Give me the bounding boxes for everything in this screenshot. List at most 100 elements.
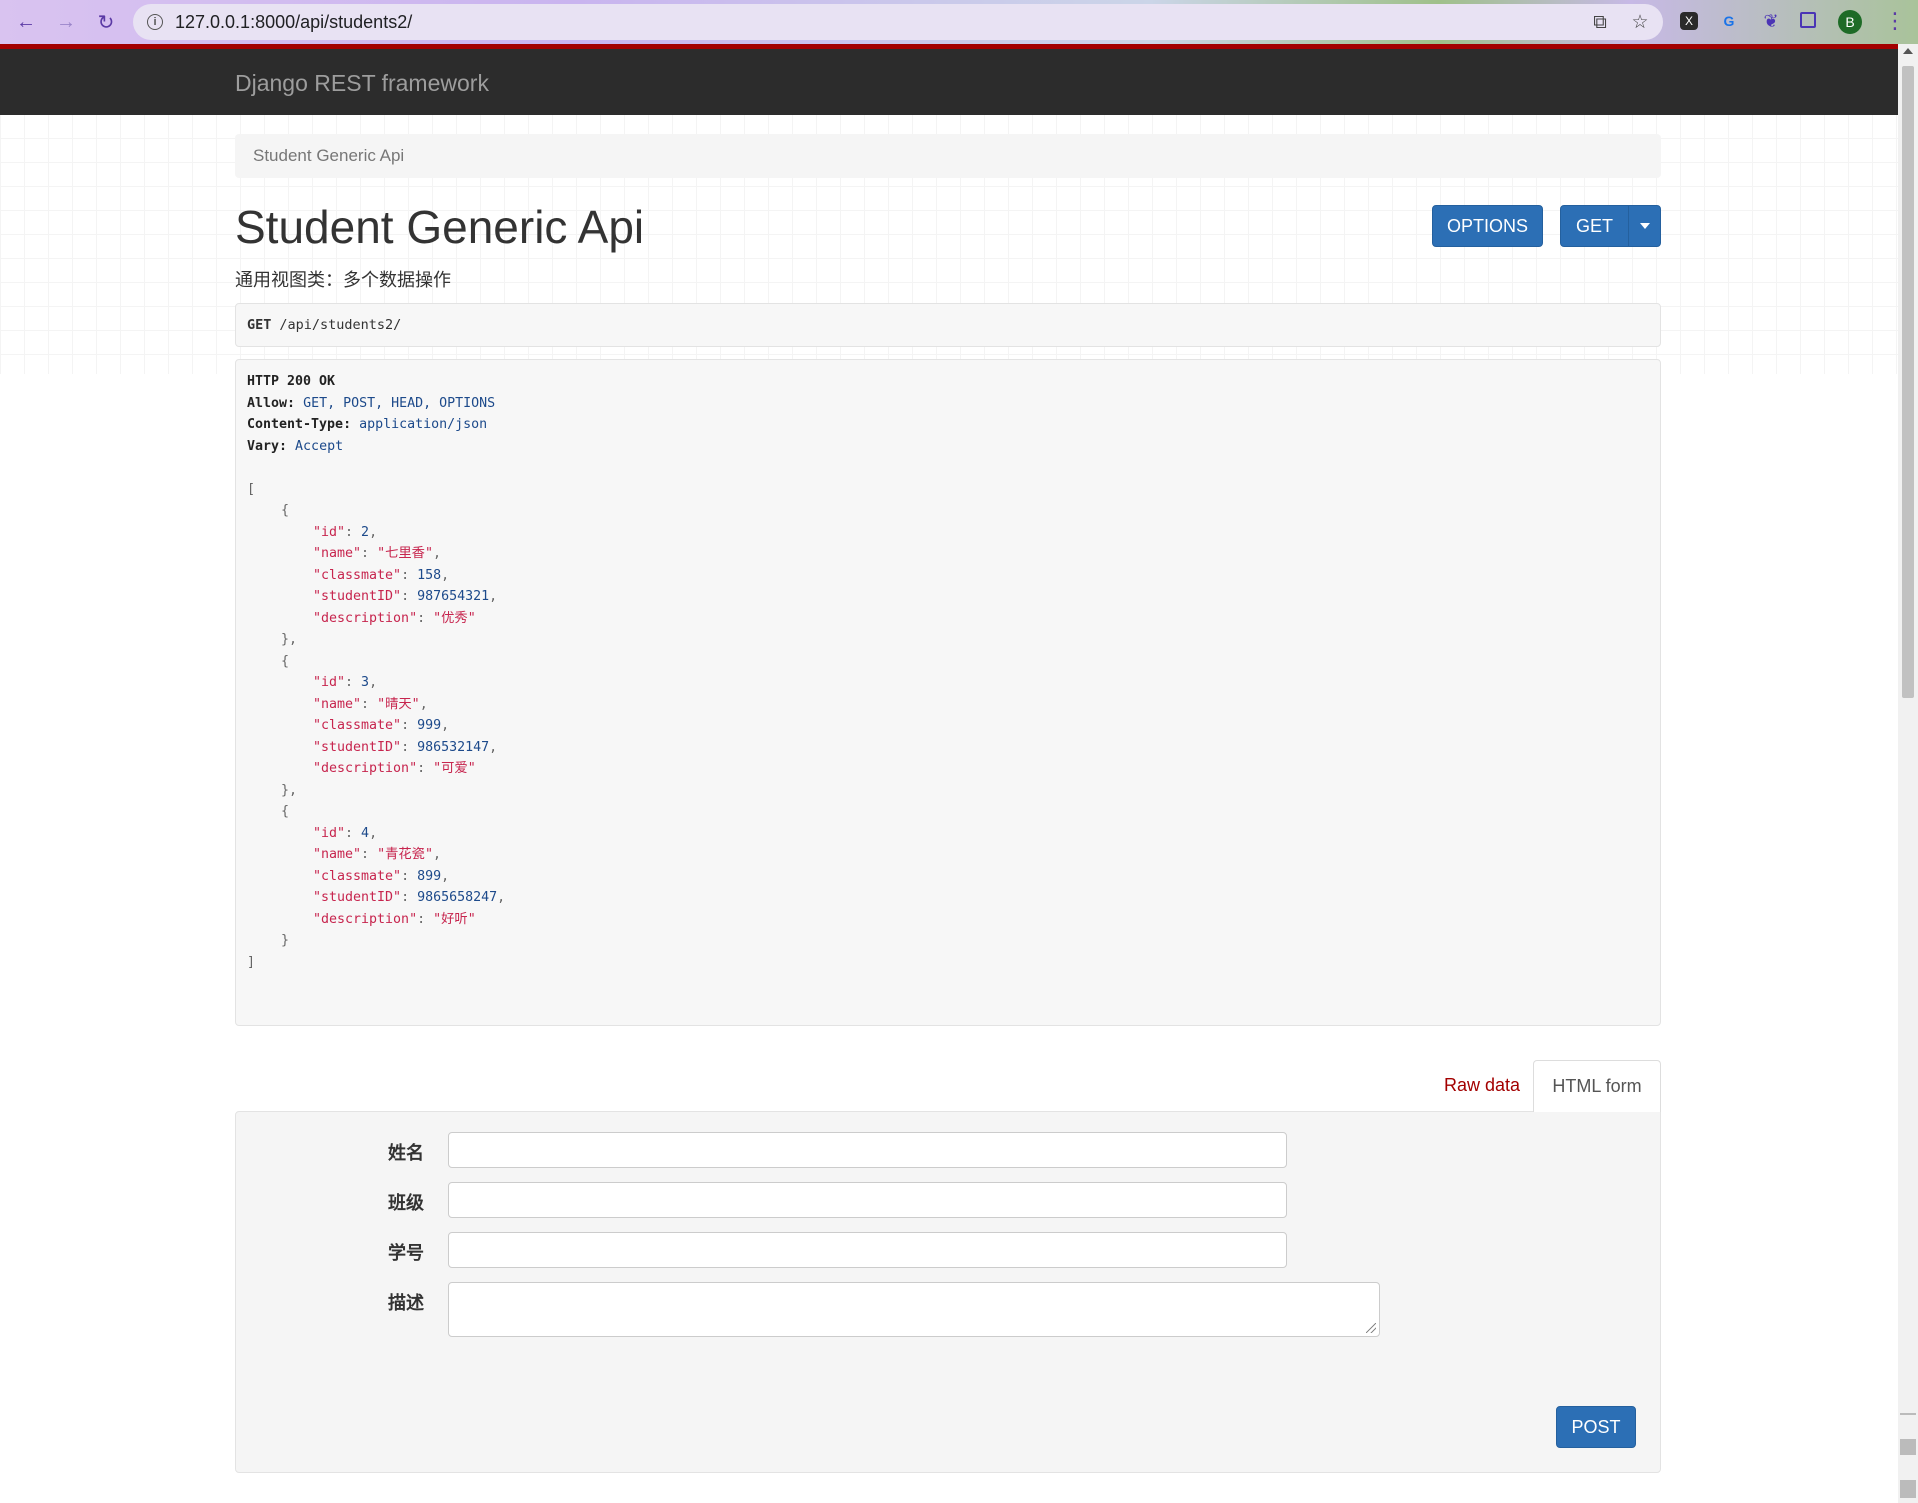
json-field: "studentID": 987654321, <box>313 589 498 604</box>
profile-avatar[interactable]: B <box>1838 10 1862 34</box>
scroll-marker <box>1900 1439 1916 1455</box>
json-field: "name": "晴天", <box>313 696 428 712</box>
json-string-value: 晴天 <box>385 696 412 712</box>
breadcrumb: Student Generic Api <box>235 134 1661 178</box>
request-method: GET <box>247 317 272 333</box>
side-panel-icon[interactable] <box>1800 12 1816 28</box>
json-field: "id": 2, <box>313 524 378 540</box>
json-string-value: 好听 <box>441 911 468 927</box>
reload-icon[interactable]: ↻ <box>92 8 120 36</box>
tab-raw-data[interactable]: Raw data <box>1426 1060 1538 1111</box>
navbar: Django REST framework <box>0 44 1898 115</box>
json-brace: { <box>281 653 290 669</box>
browser-toolbar: ← → ↻ i 127.0.0.1:8000/api/students2/ ⧉ … <box>0 0 1918 44</box>
forward-arrow-icon[interactable]: → <box>52 8 80 36</box>
json-brace: } <box>281 933 290 948</box>
share-icon[interactable]: ⧉ <box>1589 12 1611 34</box>
student-id-input[interactable] <box>448 1232 1287 1268</box>
scrollbar-thumb[interactable] <box>1902 66 1914 698</box>
field-label-class: 班级 <box>388 1193 424 1213</box>
page-viewport: Django REST framework Student Generic Ap… <box>0 44 1898 1503</box>
request-info: GET /api/students2/ <box>235 303 1661 347</box>
json-field: "description": "好听" <box>313 911 476 927</box>
json-brace: { <box>281 503 290 518</box>
response-header: Content-Type: application/json <box>247 414 1649 436</box>
header-name: Vary: <box>247 438 288 454</box>
star-icon[interactable]: ☆ <box>1629 12 1651 34</box>
json-field: "classmate": 999, <box>313 718 450 733</box>
field-label-name: 姓名 <box>388 1143 424 1163</box>
url-path: :8000/api/students2/ <box>250 11 413 32</box>
post-button[interactable]: POST <box>1556 1406 1636 1448</box>
get-button[interactable]: GET <box>1560 205 1629 247</box>
json-field: "name": "七里香", <box>313 546 441 561</box>
json-number-value: 3 <box>361 675 370 690</box>
description-textarea[interactable] <box>448 1282 1380 1337</box>
header-value: GET, POST, HEAD, OPTIONS <box>303 395 496 411</box>
page-title: Student Generic Api <box>235 201 645 253</box>
post-form: 姓名 班级 学号 描述 POST <box>235 1111 1661 1473</box>
json-number-value: 158 <box>417 567 442 583</box>
options-button[interactable]: OPTIONS <box>1432 205 1543 247</box>
json-brace: { <box>281 804 290 819</box>
field-label-description: 描述 <box>388 1293 424 1313</box>
json-field: "studentID": 986532147, <box>313 739 498 755</box>
scroll-up-icon[interactable] <box>1903 48 1913 54</box>
get-format-dropdown-button[interactable] <box>1628 205 1661 247</box>
class-input[interactable] <box>448 1182 1287 1218</box>
resize-handle-icon[interactable] <box>1366 1323 1376 1333</box>
address-bar-url[interactable]: 127.0.0.1:8000/api/students2/ <box>175 12 412 33</box>
json-field: "id": 3, <box>313 675 378 690</box>
field-label-student-id: 学号 <box>388 1243 424 1263</box>
page-scrollbar[interactable] <box>1898 44 1918 1503</box>
page-description: 通用视图类：多个数据操作 <box>235 270 451 290</box>
json-string-value: 七里香 <box>385 546 425 561</box>
json-field: "studentID": 9865658247, <box>313 890 506 905</box>
header-name: Content-Type: <box>247 417 352 432</box>
response-json-body: [ { "id": 2, "name": "七里香", "classmate": 158… <box>247 479 1649 974</box>
json-field: "description": "可爱" <box>313 761 476 776</box>
header-value: application/json <box>359 417 488 432</box>
json-number-value: 9865658247 <box>417 890 498 905</box>
json-string-value: 可爱 <box>441 761 468 776</box>
json-field: "classmate": 899, <box>313 868 450 884</box>
json-field: "classmate": 158, <box>313 567 450 583</box>
response-header: Vary: Accept <box>247 436 1649 458</box>
json-number-value: 4 <box>361 825 370 841</box>
json-bracket: [ <box>247 481 256 497</box>
request-path: /api/students2/ <box>279 317 402 333</box>
json-number-value: 987654321 <box>417 589 490 604</box>
json-number-value: 986532147 <box>417 739 490 755</box>
json-number-value: 2 <box>361 524 370 540</box>
puzzle-icon[interactable]: ❦ <box>1760 10 1782 32</box>
breadcrumb-current: Student Generic Api <box>253 146 405 165</box>
translate-icon[interactable]: G <box>1718 10 1740 32</box>
navbar-brand[interactable]: Django REST framework <box>235 70 489 97</box>
tab-html-form[interactable]: HTML form <box>1533 1060 1661 1112</box>
extension-x-icon[interactable]: X <box>1680 12 1698 30</box>
scroll-marker <box>1900 1413 1916 1415</box>
json-string-value: 青花瓷 <box>385 847 425 862</box>
response-info: HTTP 200 OK Allow: GET, POST, HEAD, OPTI… <box>235 359 1661 1026</box>
back-arrow-icon[interactable]: ← <box>12 8 40 36</box>
address-bar[interactable]: i 127.0.0.1:8000/api/students2/ ⧉ ☆ <box>133 4 1663 40</box>
json-field: "name": "青花瓷", <box>313 847 441 862</box>
response-status: HTTP 200 OK <box>247 374 336 389</box>
json-string-value: 优秀 <box>441 610 468 626</box>
json-field: "id": 4, <box>313 825 378 841</box>
json-brace: }, <box>281 632 298 647</box>
url-host: 127.0.0.1 <box>175 11 251 32</box>
scroll-marker <box>1900 1480 1916 1498</box>
json-field: "description": "优秀" <box>313 610 476 626</box>
json-number-value: 899 <box>417 868 442 884</box>
json-bracket: ] <box>247 954 256 970</box>
caret-down-icon <box>1639 223 1650 229</box>
name-input[interactable] <box>448 1132 1287 1168</box>
response-header: Allow: GET, POST, HEAD, OPTIONS <box>247 393 1649 415</box>
json-number-value: 999 <box>417 718 442 733</box>
header-value: Accept <box>295 438 344 454</box>
site-info-icon[interactable]: i <box>147 14 163 30</box>
json-brace: }, <box>281 782 298 798</box>
header-name: Allow: <box>247 395 296 411</box>
kebab-menu-icon[interactable]: ⋮ <box>1884 9 1906 35</box>
